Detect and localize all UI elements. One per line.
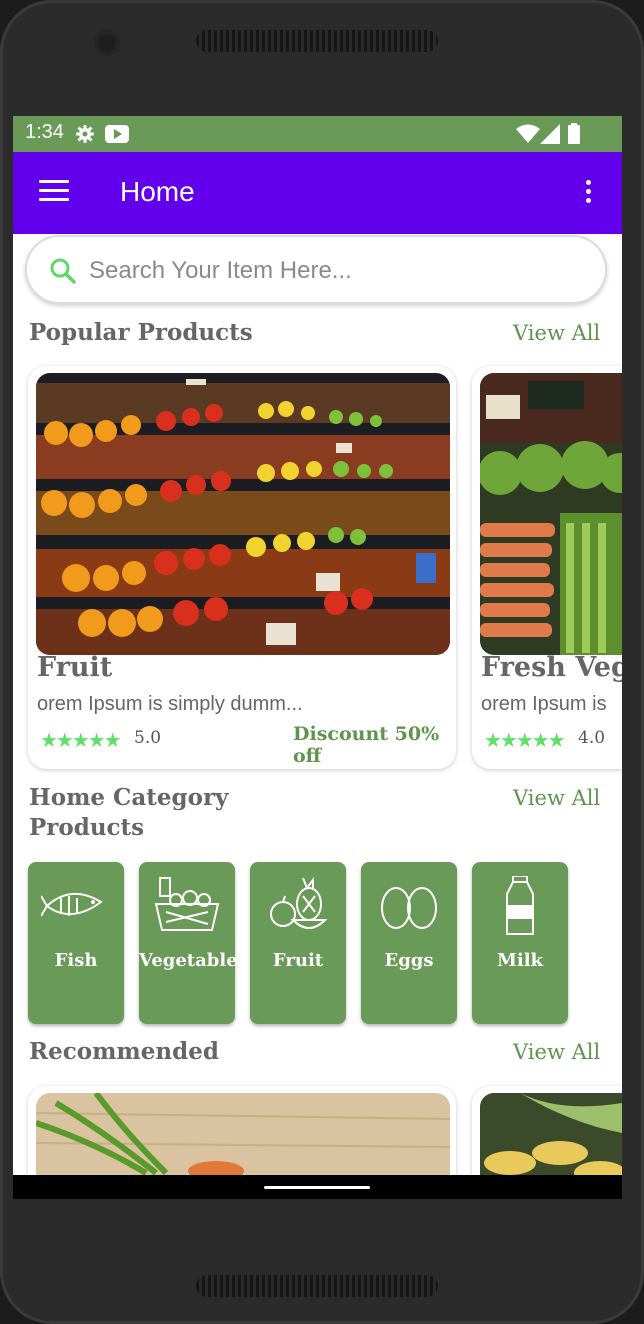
rating-value: 5.0 [134, 728, 162, 748]
home-gesture-pill[interactable] [264, 1186, 370, 1189]
category-label: Milk [496, 950, 544, 971]
status-bar: 1:34 [13, 116, 622, 152]
popular-products-title: Popular Products [29, 319, 253, 346]
page-title: Home [120, 176, 195, 207]
category-milk[interactable]: Milk [472, 862, 568, 1024]
screen: 1:34 Home Search Your Item Here... Popul… [13, 116, 622, 1199]
bottom-speaker [196, 1275, 438, 1297]
more-options-icon[interactable] [583, 180, 593, 206]
home-category-title-line2: Products [29, 814, 145, 841]
product-name: Fruit [37, 652, 113, 683]
vegetable-icon [154, 877, 220, 931]
product-image-fruit [36, 373, 450, 655]
front-camera [94, 30, 120, 56]
battery-icon [568, 123, 580, 144]
phone-frame: 1:34 Home Search Your Item Here... Popul… [0, 0, 644, 1324]
category-label: Fruit [272, 950, 324, 971]
search-icon [50, 258, 76, 284]
search-input[interactable] [87, 251, 591, 291]
earpiece-speaker [196, 30, 438, 52]
category-label: Fish [54, 950, 98, 971]
product-description: orem Ipsum is simply dumm... [37, 693, 303, 715]
product-description: orem Ipsum is [481, 693, 607, 715]
signal-icon [540, 124, 560, 144]
eggs-icon [381, 887, 437, 929]
discount-label: Discount 50% off [293, 723, 440, 767]
youtube-icon [105, 125, 129, 143]
app-bar: Home [13, 152, 622, 234]
product-card-fresh-vegetable[interactable]: Fresh Veget orem Ipsum is ★★★★★ 4.0 [472, 366, 622, 769]
category-fruit[interactable]: Fruit [250, 862, 346, 1024]
menu-icon[interactable] [39, 180, 69, 202]
product-name: Fresh Veget [481, 652, 622, 683]
fruit-icon [270, 877, 328, 929]
system-navigation-bar [13, 1175, 622, 1199]
popular-view-all-link[interactable]: View All [513, 321, 600, 345]
rating-stars: ★★★★★ [484, 728, 566, 752]
fish-icon [41, 893, 103, 917]
milk-icon [506, 876, 534, 935]
recommended-view-all-link[interactable]: View All [513, 1040, 600, 1064]
category-vegetable[interactable]: Vegetable [139, 862, 238, 1024]
settings-icon [76, 125, 94, 143]
category-label: Eggs [384, 950, 434, 971]
category-eggs[interactable]: Eggs [361, 862, 457, 1024]
recommended-title: Recommended [29, 1038, 219, 1065]
home-category-title: Home Category Products [29, 783, 228, 843]
home-category-title-line1: Home Category [29, 784, 229, 811]
product-card-fruit[interactable]: Fruit orem Ipsum is simply dumm... ★★★★★… [28, 366, 456, 769]
wifi-icon [516, 124, 540, 143]
rating-value: 4.0 [578, 728, 606, 748]
status-time: 1:34 [25, 121, 64, 143]
rating-stars: ★★★★★ [40, 728, 122, 752]
category-fish[interactable]: Fish [28, 862, 124, 1024]
search-bar[interactable] [25, 235, 607, 304]
category-view-all-link[interactable]: View All [513, 786, 600, 810]
product-image-vegetable [480, 373, 622, 655]
category-label: Vegetable [139, 950, 238, 971]
